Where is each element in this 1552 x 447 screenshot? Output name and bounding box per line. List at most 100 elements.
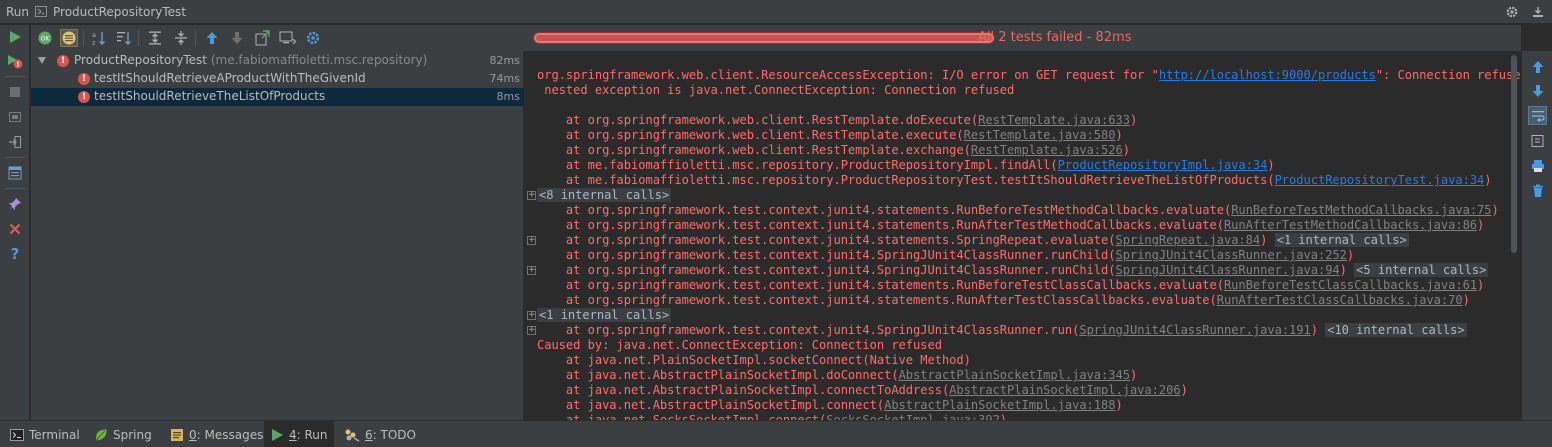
source-link[interactable]: RunAfterTestClassCallbacks.java:70	[1217, 293, 1463, 307]
run-icon	[272, 428, 283, 441]
source-link[interactable]: SpringJUnit4ClassRunner.java:191	[1079, 323, 1310, 337]
console-text: )	[1477, 278, 1485, 292]
show-passed-icon[interactable]: OK	[36, 29, 54, 47]
console-text: org.springframework.web.client.ResourceA…	[537, 68, 1159, 82]
source-link[interactable]: RunBeforeTestClassCallbacks.java:61	[1224, 278, 1477, 292]
sort-by-duration-icon[interactable]	[115, 29, 133, 47]
print-icon[interactable]	[1528, 156, 1547, 175]
internal-calls-fold[interactable]: <8 internal calls>	[537, 188, 672, 202]
console-text: ": Connection refused;	[1375, 68, 1521, 82]
source-link[interactable]: RunBeforeTestMethodCallbacks.java:75	[1231, 203, 1491, 217]
tree-test-node-selected[interactable]: ! testItShouldRetrieveTheListOfProducts …	[31, 88, 524, 106]
console-line: at org.springframework.test.context.juni…	[537, 203, 1499, 218]
source-link[interactable]: AbstractPlainSocketImpl.java:188	[884, 398, 1115, 412]
console-line: at org.springframework.test.context.juni…	[537, 218, 1484, 233]
internal-calls-fold[interactable]: <5 internal calls>	[1354, 263, 1489, 277]
internal-calls-fold[interactable]: <1 internal calls>	[537, 308, 672, 322]
previous-failed-icon[interactable]	[203, 29, 221, 47]
internal-calls-fold[interactable]: <10 internal calls>	[1325, 323, 1467, 337]
vertical-scrollbar[interactable]	[1511, 55, 1517, 253]
console-line: Caused by: java.net.ConnectException: Co…	[537, 338, 942, 353]
test-failed-icon: !	[78, 73, 90, 85]
show-ignored-icon[interactable]	[60, 29, 78, 47]
run-tab[interactable]: 4: Run	[264, 421, 334, 447]
console-text: at org.springframework.test.context.juni…	[537, 233, 1116, 247]
source-link[interactable]: http://localhost:9000/products	[1159, 68, 1376, 82]
console-text: )	[1484, 173, 1492, 187]
settings-icon[interactable]	[304, 29, 322, 47]
stop-icon[interactable]	[6, 83, 24, 101]
internal-calls-fold[interactable]: <1 internal calls>	[1274, 233, 1409, 247]
messages-tab[interactable]: 0: Messages	[164, 421, 269, 447]
tree-test-name: testItShouldRetrieveAProductWithTheGiven…	[94, 71, 366, 85]
rerun-failed-icon[interactable]	[6, 52, 24, 70]
todo-tab[interactable]: 6: TODO	[338, 421, 422, 447]
soft-wrap-icon[interactable]	[1528, 106, 1547, 125]
source-link[interactable]: ProductRepositoryTest.java:34	[1275, 173, 1485, 187]
console-line: at org.springframework.test.context.juni…	[537, 323, 1467, 338]
tool-window-titlebar: Run ProductRepositoryTest	[0, 0, 1552, 24]
source-link[interactable]: SpringJUnit4ClassRunner.java:94	[1116, 263, 1340, 277]
test-progress-bar	[533, 32, 995, 44]
messages-tab-mnemonic: 0	[189, 427, 197, 442]
console-line: <1 internal calls>	[537, 308, 672, 323]
console-line: at me.fabiomaffioletti.msc.repository.Pr…	[537, 158, 1275, 173]
expand-fold-icon[interactable]: +	[527, 191, 536, 200]
console-text: at me.fabiomaffioletti.msc.repository.Pr…	[537, 173, 1275, 187]
close-icon[interactable]	[6, 220, 24, 238]
console-line: at me.fabiomaffioletti.msc.repository.Pr…	[537, 173, 1492, 188]
terminal-tab[interactable]: Terminal	[4, 421, 86, 447]
console-text: )	[1477, 218, 1485, 232]
console-line: at org.springframework.test.context.juni…	[537, 233, 1409, 248]
expand-all-icon[interactable]	[146, 29, 164, 47]
console-text: at org.springframework.test.context.juni…	[537, 323, 1080, 337]
expand-fold-icon[interactable]: +	[527, 236, 536, 245]
console-output[interactable]: org.springframework.web.client.ResourceA…	[525, 51, 1521, 420]
export-results-icon[interactable]	[253, 29, 271, 47]
source-link[interactable]: AbstractPlainSocketImpl.java:206	[949, 383, 1180, 397]
tool-window-title: Run	[6, 4, 30, 19]
run-config-name[interactable]: ProductRepositoryTest	[53, 5, 186, 19]
exit-icon[interactable]	[6, 133, 24, 151]
expand-fold-icon[interactable]: +	[527, 311, 536, 320]
spring-tab[interactable]: Spring	[88, 421, 158, 447]
dump-threads-icon[interactable]	[6, 108, 24, 126]
source-link[interactable]: RestTemplate.java:526	[971, 143, 1123, 157]
console-text: at org.springframework.web.client.RestTe…	[537, 143, 971, 157]
console-text: at java.net.SocksSocketImpl.connect(	[537, 413, 827, 420]
source-link[interactable]: AbstractPlainSocketImpl.java:345	[899, 368, 1130, 382]
source-link[interactable]: SpringRepeat.java:84	[1116, 233, 1261, 247]
arrow-up-icon[interactable]	[1528, 57, 1547, 76]
expand-fold-icon[interactable]: +	[527, 326, 536, 335]
source-link[interactable]: ProductRepositoryImpl.java:34	[1058, 158, 1268, 172]
layout-icon[interactable]	[6, 164, 24, 182]
console-line: at org.springframework.test.context.juni…	[537, 293, 1470, 308]
gear-icon[interactable]	[1504, 4, 1520, 20]
tree-test-node[interactable]: ! testItShouldRetrieveAProductWithTheGiv…	[31, 70, 524, 88]
console-text: at org.springframework.test.context.juni…	[537, 278, 1224, 292]
pin-icon[interactable]	[6, 195, 24, 213]
console-text: )	[1346, 248, 1355, 262]
hide-icon[interactable]	[1530, 4, 1546, 20]
rerun-icon[interactable]	[6, 28, 24, 46]
source-link[interactable]: SpringJUnit4ClassRunner.java:252	[1116, 248, 1347, 262]
help-icon[interactable]: ?	[6, 245, 24, 263]
import-results-icon[interactable]	[279, 29, 297, 47]
source-link[interactable]: RunAfterTestMethodCallbacks.java:86	[1224, 218, 1477, 232]
arrow-down-icon[interactable]	[1528, 81, 1547, 100]
source-link[interactable]: RestTemplate.java:580	[964, 128, 1116, 142]
source-link[interactable]: RestTemplate.java:633	[978, 113, 1130, 127]
sort-alphabetically-icon[interactable]: az	[90, 29, 108, 47]
tree-root-node[interactable]: ! ProductRepositoryTest (me.fabiomaffiol…	[31, 52, 524, 70]
console-text: at org.springframework.test.context.juni…	[537, 293, 1217, 307]
console-text: )	[1115, 128, 1123, 142]
console-text: at org.springframework.test.context.juni…	[537, 218, 1224, 232]
trash-icon[interactable]	[1528, 181, 1547, 200]
chevron-down-icon[interactable]	[38, 57, 46, 64]
collapse-all-icon[interactable]	[172, 29, 190, 47]
scroll-to-end-icon[interactable]	[1528, 131, 1547, 150]
expand-fold-icon[interactable]: +	[527, 266, 536, 275]
spring-tab-label: Spring	[113, 427, 152, 442]
source-link[interactable]: SocksSocketImpl.java:392	[826, 413, 1000, 420]
next-failed-icon[interactable]	[228, 29, 246, 47]
